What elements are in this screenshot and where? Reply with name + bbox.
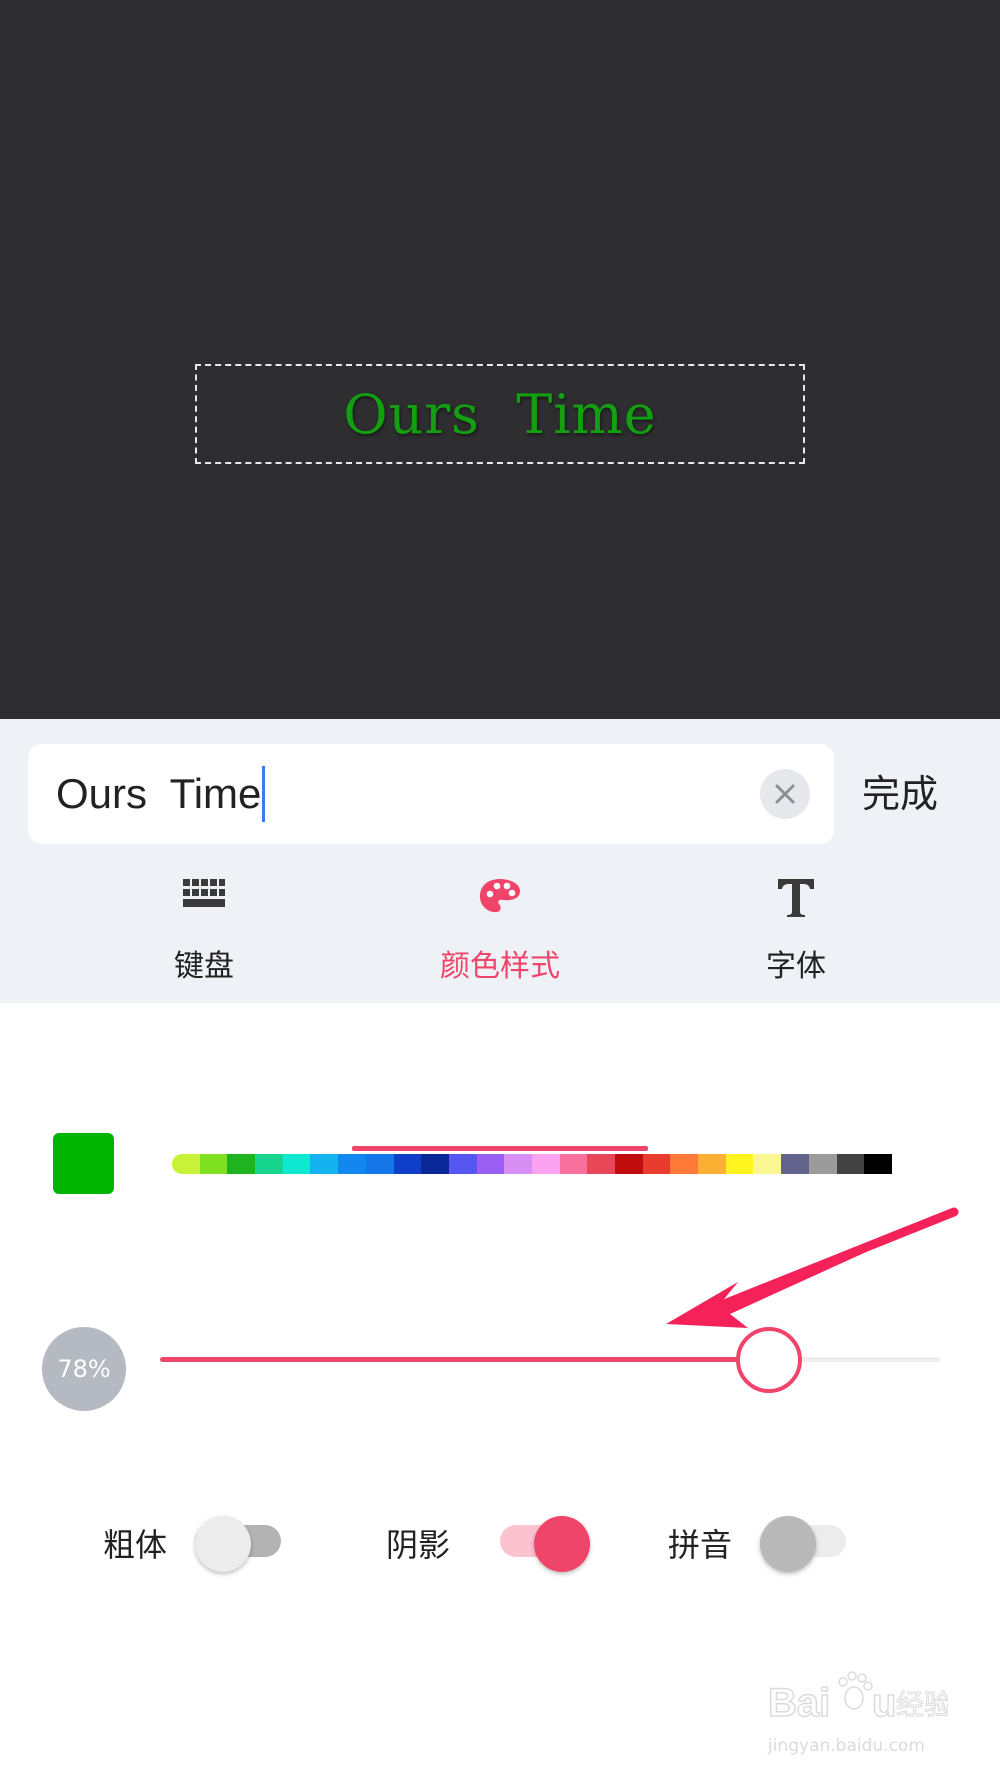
switch-knob [760, 1516, 816, 1572]
palette-color-1[interactable] [199, 1154, 228, 1174]
text-sticker-box[interactable]: Ours Time [195, 364, 805, 464]
palette-color-11[interactable] [476, 1154, 505, 1174]
tab-bar: 键盘 颜色样式 字体 [0, 869, 1000, 1151]
baidu-watermark: Bai u 经验 jingyan.baidu.com [767, 1668, 953, 1768]
text-caret [262, 765, 266, 822]
shadow-switch[interactable] [500, 1516, 590, 1572]
opacity-value-badge: 78% [42, 1327, 126, 1411]
palette-color-24[interactable] [836, 1154, 865, 1174]
selected-color-swatch [53, 1133, 114, 1194]
tab-font[interactable]: 字体 [648, 869, 944, 1003]
svg-text:u: u [872, 1681, 896, 1725]
palette-color-10[interactable] [448, 1154, 477, 1174]
palette-color-7[interactable] [365, 1154, 394, 1174]
svg-text:Bai: Bai [768, 1681, 830, 1725]
palette-color-5[interactable] [310, 1154, 339, 1174]
palette-color-3[interactable] [255, 1154, 283, 1174]
color-palette[interactable] [172, 1154, 892, 1174]
svg-text:经验: 经验 [896, 1689, 948, 1720]
switch-knob [534, 1516, 590, 1572]
opacity-slider[interactable] [160, 1327, 940, 1393]
arrow-annotation [666, 1207, 959, 1328]
preview-text: Ours Time [343, 382, 657, 446]
active-tab-indicator [352, 1146, 648, 1151]
toggle-label: 拼音 [668, 1526, 733, 1564]
tab-label: 颜色样式 [440, 949, 560, 984]
toggle-label: 阴影 [386, 1526, 451, 1564]
tab-keyboard[interactable]: 键盘 [56, 869, 352, 1003]
palette-color-13[interactable] [531, 1154, 560, 1174]
palette-color-21[interactable] [753, 1154, 782, 1174]
text-input-value[interactable]: Ours Time [56, 744, 266, 844]
bold-switch[interactable] [195, 1516, 281, 1572]
switch-knob [195, 1516, 251, 1572]
palette-color-22[interactable] [781, 1154, 809, 1174]
palette-color-20[interactable] [725, 1154, 754, 1174]
watermark-url: jingyan.baidu.com [768, 1736, 925, 1756]
palette-color-25[interactable] [864, 1154, 892, 1174]
opacity-slider-thumb[interactable] [736, 1327, 803, 1393]
palette-color-18[interactable] [670, 1154, 699, 1174]
palette-color-8[interactable] [393, 1154, 422, 1174]
tab-label: 键盘 [174, 949, 234, 984]
palette-color-19[interactable] [698, 1154, 726, 1174]
text-input-field[interactable]: Ours Time [28, 744, 834, 844]
opacity-slider-fill [160, 1357, 769, 1362]
text-preview-canvas: Ours Time [0, 0, 1000, 719]
tab-color-style[interactable]: 颜色样式 [352, 869, 648, 1003]
palette-color-9[interactable] [421, 1154, 449, 1174]
palette-color-6[interactable] [338, 1154, 366, 1174]
palette-icon [479, 879, 520, 913]
tab-label: 字体 [766, 949, 826, 984]
palette-color-16[interactable] [615, 1154, 643, 1174]
baidu-paw-logo: Bai u 经验 [767, 1671, 953, 1726]
palette-color-4[interactable] [282, 1154, 311, 1174]
pinyin-switch[interactable] [760, 1516, 846, 1572]
font-icon [778, 879, 814, 917]
palette-color-17[interactable] [642, 1154, 671, 1174]
text-editor-panel: Ours Time 完成 键盘 颜色样式 字体 [0, 719, 1000, 1151]
clear-button[interactable] [760, 769, 810, 819]
toggle-label: 粗体 [103, 1526, 168, 1564]
keyboard-icon [183, 879, 225, 907]
palette-color-0[interactable] [172, 1154, 200, 1174]
palette-color-15[interactable] [587, 1154, 615, 1174]
palette-color-2[interactable] [227, 1154, 256, 1174]
close-icon [775, 784, 795, 804]
palette-color-12[interactable] [504, 1154, 532, 1174]
palette-color-14[interactable] [559, 1154, 588, 1174]
done-button[interactable]: 完成 [862, 744, 938, 844]
palette-color-23[interactable] [808, 1154, 837, 1174]
